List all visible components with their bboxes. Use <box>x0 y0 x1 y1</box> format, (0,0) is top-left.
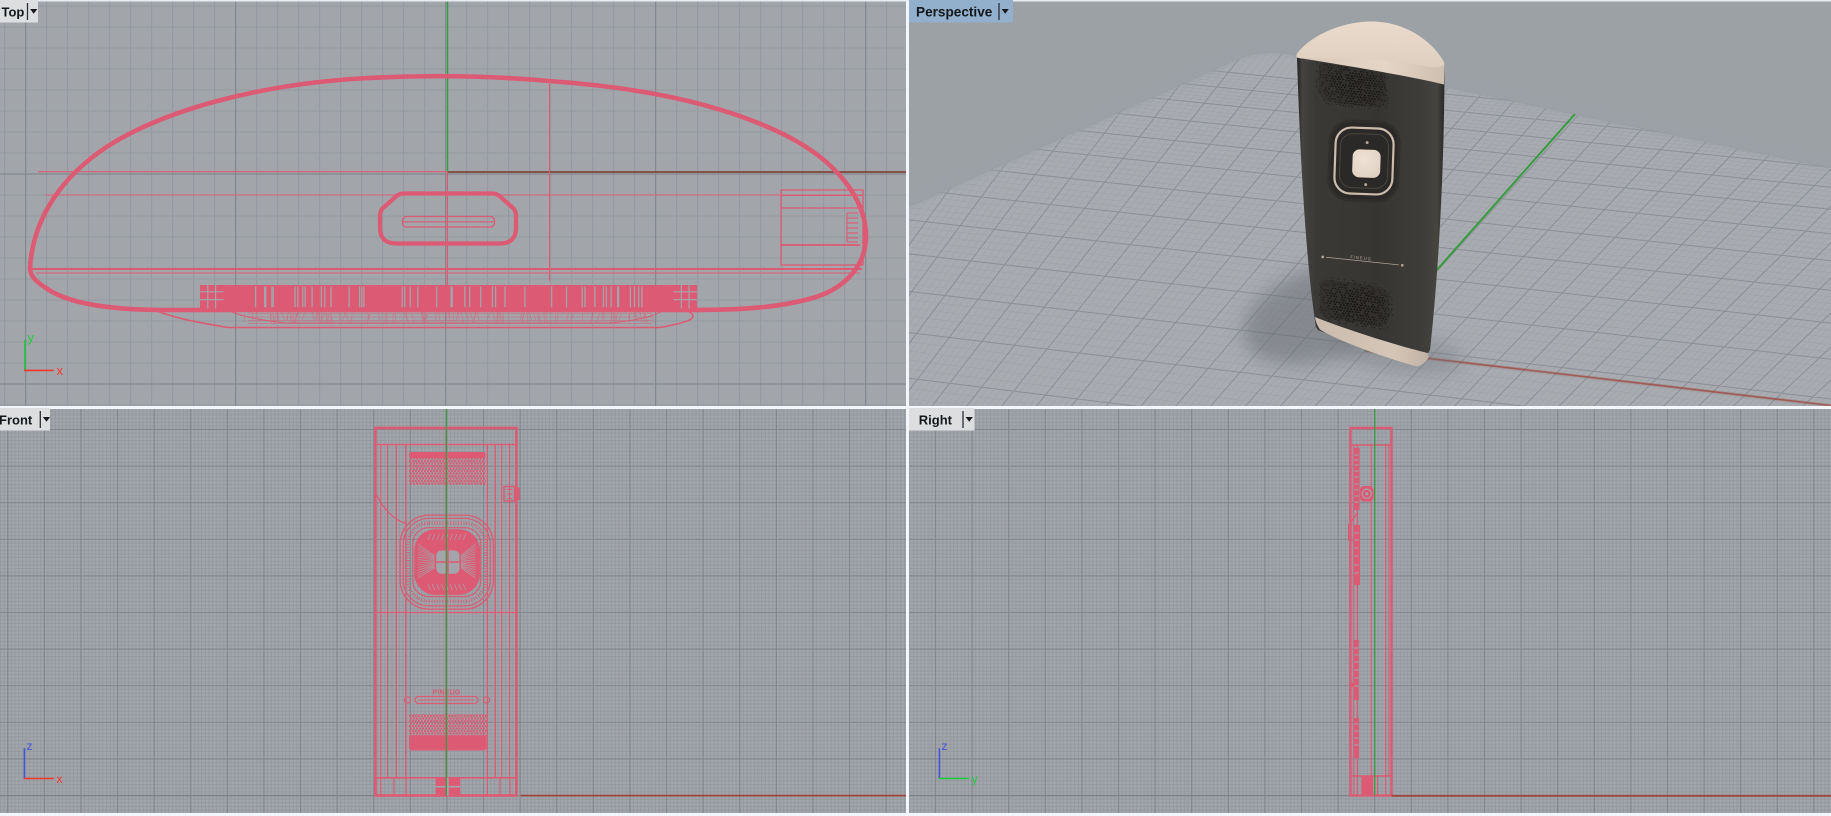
svg-text:z: z <box>27 739 33 753</box>
svg-text:x: x <box>57 363 64 378</box>
svg-text:Perspective: Perspective <box>916 5 993 20</box>
svg-text:Front: Front <box>0 413 33 428</box>
svg-text:x: x <box>57 772 63 786</box>
svg-text:z: z <box>942 739 948 753</box>
svg-text:y: y <box>972 772 978 786</box>
svg-text:Top: Top <box>2 5 25 20</box>
svg-text:Right: Right <box>919 413 953 428</box>
svg-text:y: y <box>28 330 35 345</box>
